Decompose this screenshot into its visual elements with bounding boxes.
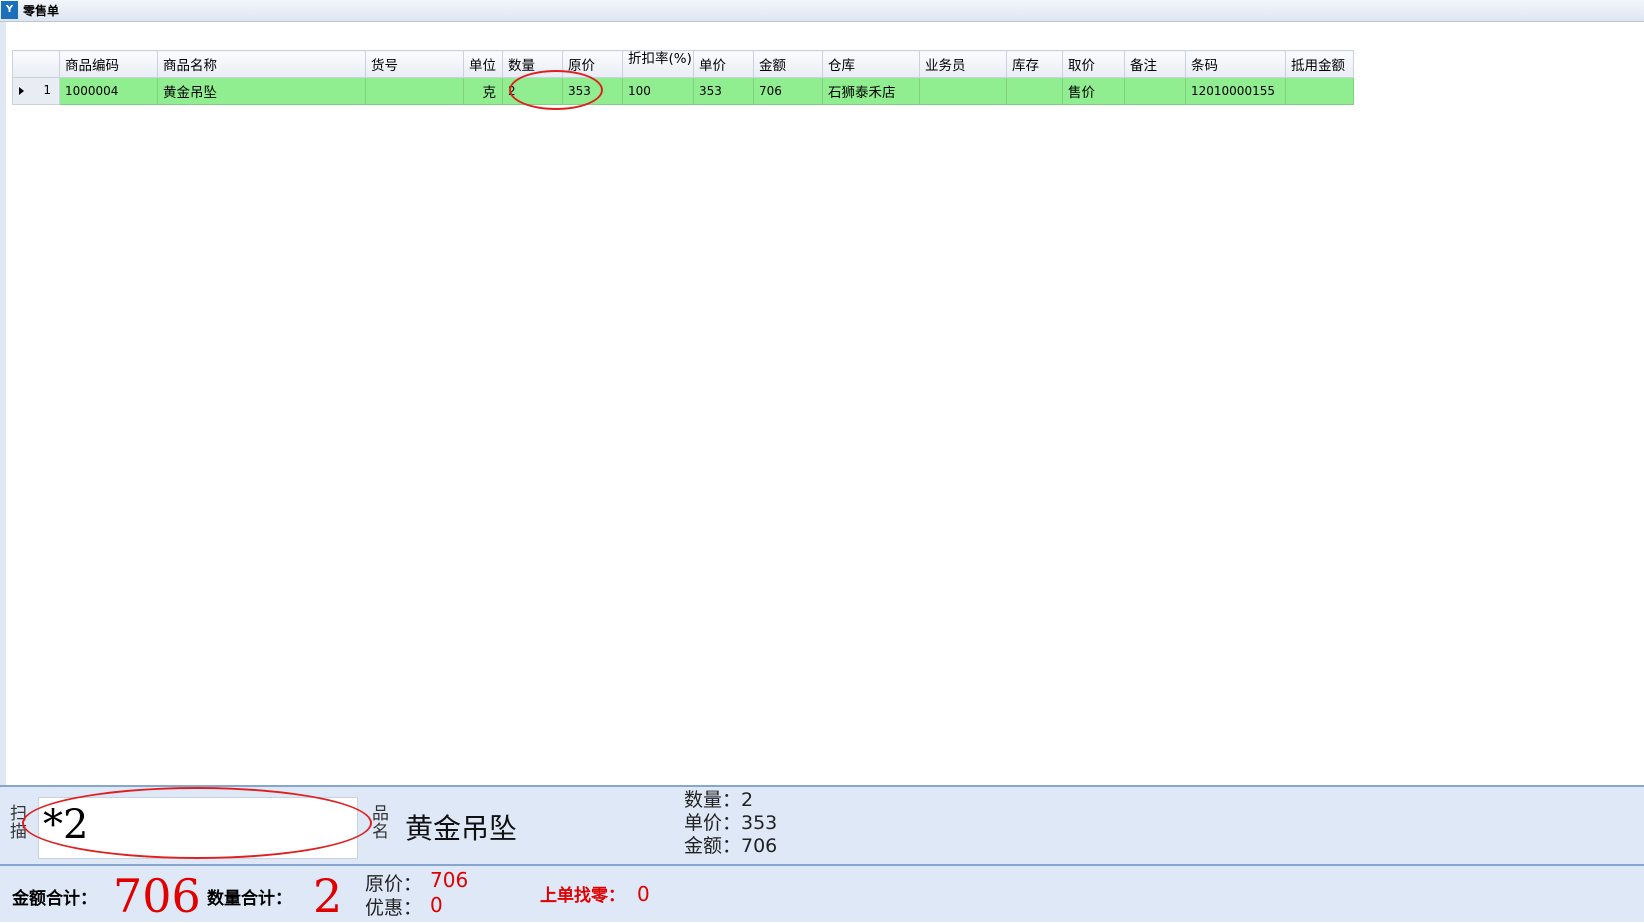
column-header-unit[interactable]: 单位 <box>463 50 503 78</box>
cell-discount[interactable]: 100 <box>622 77 694 105</box>
title-bar: Y 零售单 <box>0 0 1644 22</box>
last-change-value: 0 <box>637 882 650 906</box>
item-info: 数量：2 单价：353 金额：706 <box>684 789 777 858</box>
cell-item-no[interactable] <box>365 77 464 105</box>
cell-unit-price[interactable]: 353 <box>693 77 754 105</box>
info-amount: 金额：706 <box>684 835 778 857</box>
header-row-selector[interactable] <box>12 50 60 78</box>
cell-name[interactable]: 黄金吊坠 <box>157 77 366 105</box>
column-header-unit-price[interactable]: 单价 <box>693 50 754 78</box>
cell-unit[interactable]: 克 <box>463 77 503 105</box>
cell-deduct-amount[interactable] <box>1285 77 1354 105</box>
total-amount-value: 706 <box>113 869 201 923</box>
cell-stock[interactable] <box>1006 77 1063 105</box>
column-header-price-type[interactable]: 取价 <box>1062 50 1125 78</box>
column-header-discount[interactable]: 折扣率(%) <box>622 50 694 78</box>
info-qty: 数量：2 <box>684 789 754 811</box>
column-header-stock[interactable]: 库存 <box>1006 50 1063 78</box>
column-header-code[interactable]: 商品编码 <box>59 50 158 78</box>
column-header-salesperson[interactable]: 业务员 <box>919 50 1007 78</box>
discount-label: 优惠： <box>365 897 423 919</box>
original-price-label: 原价： <box>365 873 423 895</box>
column-header-deduct-amount[interactable]: 抵用金额 <box>1285 50 1354 78</box>
column-header-amount[interactable]: 金额 <box>753 50 823 78</box>
column-header-name[interactable]: 商品名称 <box>157 50 366 78</box>
order-grid: 商品编码 商品名称 货号 单位 数量 原价 折扣率(%) 单价 金额 仓库 业务… <box>12 50 1354 105</box>
info-price: 单价：353 <box>684 812 778 834</box>
column-header-barcode[interactable]: 条码 <box>1185 50 1286 78</box>
window-title: 零售单 <box>23 4 60 18</box>
cell-code[interactable]: 1000004 <box>59 77 158 105</box>
last-change-label: 上单找零： <box>540 886 625 906</box>
row-index: 1 <box>43 83 51 97</box>
scan-highlight-circle <box>22 787 372 859</box>
cell-price-type[interactable]: 售价 <box>1062 77 1125 105</box>
total-qty-label: 数量合计： <box>207 889 292 909</box>
row-header[interactable]: 1 <box>12 77 60 105</box>
app-logo-icon: Y <box>1 1 18 19</box>
cell-salesperson[interactable] <box>919 77 1007 105</box>
cell-warehouse[interactable]: 石狮泰禾店 <box>822 77 920 105</box>
grid-area: 商品编码 商品名称 货号 单位 数量 原价 折扣率(%) 单价 金额 仓库 业务… <box>0 22 1644 785</box>
column-header-remark[interactable]: 备注 <box>1124 50 1186 78</box>
column-header-warehouse[interactable]: 仓库 <box>822 50 920 78</box>
bottom-panel: 扫描 *2 品名 黄金吊坠 数量：2 单价：353 金额：706 金额合计： 7… <box>0 785 1644 922</box>
grid-header-row: 商品编码 商品名称 货号 单位 数量 原价 折扣率(%) 单价 金额 仓库 业务… <box>12 50 1354 78</box>
qty-highlight-circle <box>509 70 603 110</box>
total-amount-label: 金额合计： <box>12 889 97 909</box>
cell-remark[interactable] <box>1124 77 1186 105</box>
cell-barcode[interactable]: 12010000155 <box>1185 77 1286 105</box>
table-row[interactable]: 1 1000004 黄金吊坠 克 2 353 100 353 706 石狮泰禾店… <box>12 77 1354 105</box>
totals-bar: 金额合计： 706 数量合计： 2 原价： 706 优惠： 0 上单找零： 0 <box>0 868 1644 922</box>
original-price-value: 706 <box>430 868 469 892</box>
discount-value: 0 <box>430 893 443 917</box>
total-qty-value: 2 <box>313 869 343 923</box>
product-name-label: 品名 <box>372 804 389 842</box>
panel-divider <box>0 864 1644 866</box>
current-row-arrow-icon <box>19 87 24 95</box>
product-name-value: 黄金吊坠 <box>405 812 518 845</box>
column-header-item-no[interactable]: 货号 <box>365 50 464 78</box>
cell-amount[interactable]: 706 <box>753 77 823 105</box>
